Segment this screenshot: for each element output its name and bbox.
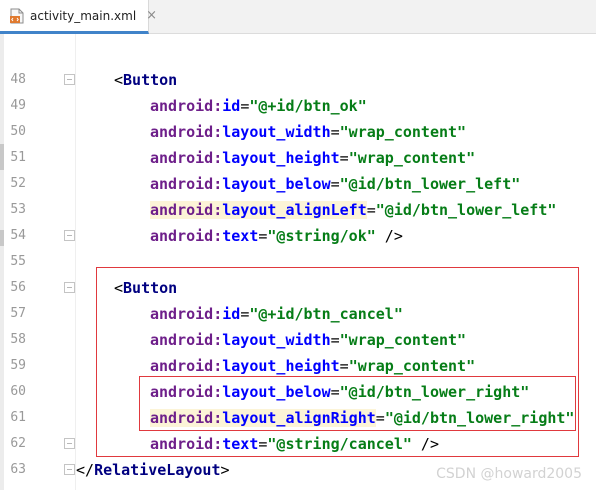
line-number: 51 [10, 150, 26, 165]
code-token-eq: = [339, 149, 349, 167]
line-number: 59 [10, 358, 26, 373]
code-token-attr: text [222, 227, 259, 245]
fold-marker-icon[interactable] [64, 438, 75, 449]
code-token-ns: android: [150, 227, 223, 245]
code-token-eq: = [366, 201, 376, 219]
code-text: android:layout_alignLeft="@id/btn_lower_… [150, 197, 556, 223]
line-number: 62 [10, 436, 26, 451]
code-text: android:text="@string/ok" /> [150, 223, 403, 249]
code-token-punc: < [114, 71, 124, 89]
code-line: 53 android:layout_alignLeft="@id/btn_lowe… [0, 197, 596, 223]
code-token-ns: android: [150, 149, 223, 167]
line-number: 57 [10, 306, 26, 321]
code-token-val: "wrap_content" [348, 149, 476, 167]
code-token-attr: id [222, 97, 241, 115]
editor-tab-bar: activity_main.xml × [0, 0, 596, 34]
code-token-val: "@id/btn_lower_left" [339, 175, 521, 193]
code-token-eq: = [240, 97, 250, 115]
code-token-punc: /> [375, 227, 403, 245]
code-line: 50 android:layout_width="wrap_content" [0, 119, 596, 145]
line-number: 60 [10, 384, 26, 399]
line-number: 50 [10, 124, 26, 139]
code-token-ns: android: [150, 97, 223, 115]
fold-marker-icon[interactable] [64, 464, 75, 475]
code-token-attr: layout_below [222, 175, 331, 193]
code-token-tag: Button [123, 71, 178, 89]
fold-marker-icon[interactable] [64, 74, 75, 85]
close-icon[interactable]: × [146, 9, 157, 22]
line-number: 53 [10, 202, 26, 217]
code-token-punc: </ [76, 461, 95, 479]
code-token-tag: RelativeLayout [94, 461, 221, 479]
code-text: android:layout_width="wrap_content" [150, 119, 466, 145]
xml-file-icon [10, 8, 24, 24]
code-token-eq: = [330, 175, 340, 193]
code-text: android:layout_below="@id/btn_lower_left… [150, 171, 520, 197]
line-number: 49 [10, 98, 26, 113]
annotation-box-align-right [139, 376, 576, 431]
code-token-attr: layout_alignLeft [222, 201, 367, 219]
code-token-val: "@+id/btn_ok" [249, 97, 367, 115]
code-line: 54 android:text="@string/ok" /> [0, 223, 596, 249]
line-number: 48 [10, 72, 26, 87]
tab-label: activity_main.xml [30, 8, 137, 23]
code-token-attr: layout_width [222, 123, 331, 141]
code-line: 49 android:id="@+id/btn_ok" [0, 93, 596, 119]
code-text: android:layout_height="wrap_content" [150, 145, 475, 171]
code-token-eq: = [330, 123, 340, 141]
code-token-ns: android: [150, 201, 223, 219]
line-number: 61 [10, 410, 26, 425]
code-token-val: "@id/btn_lower_left" [375, 201, 557, 219]
code-token-val: "wrap_content" [339, 123, 467, 141]
code-token-ns: android: [150, 123, 223, 141]
line-number: 58 [10, 332, 26, 347]
tab-activity-main-xml[interactable]: activity_main.xml × [0, 0, 157, 34]
code-line: 51 android:layout_height="wrap_content" [0, 145, 596, 171]
line-number: 54 [10, 228, 26, 243]
code-line: 52 android:layout_below="@id/btn_lower_le… [0, 171, 596, 197]
watermark: CSDN @howard2005 [436, 466, 582, 482]
line-number: 63 [10, 462, 26, 477]
line-number: 52 [10, 176, 26, 191]
fold-marker-icon[interactable] [64, 230, 75, 241]
code-text: android:id="@+id/btn_ok" [150, 93, 367, 119]
code-text: <Button [114, 67, 177, 93]
fold-marker-icon[interactable] [64, 282, 75, 293]
code-token-punc: > [220, 461, 230, 479]
code-token-ns: android: [150, 175, 223, 193]
code-token-attr: layout_height [222, 149, 340, 167]
code-text: </RelativeLayout> [76, 457, 230, 483]
code-token-val: "@string/ok" [267, 227, 376, 245]
code-line: 48 <Button [0, 67, 596, 93]
line-number: 56 [10, 280, 26, 295]
line-number: 55 [10, 254, 26, 269]
